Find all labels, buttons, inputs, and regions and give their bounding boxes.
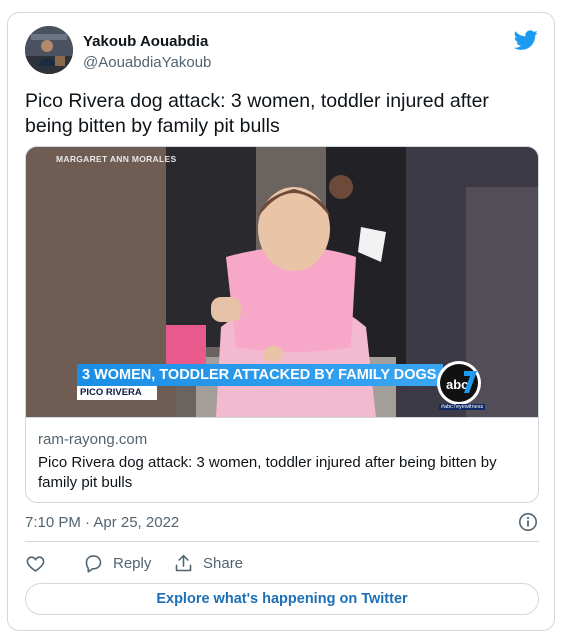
heart-icon (26, 556, 45, 572)
twitter-bird-icon[interactable] (514, 28, 538, 52)
share-label: Share (203, 555, 244, 572)
tweet-text: Pico Rivera dog attack: 3 women, toddler… (25, 90, 495, 137)
author-display-name[interactable]: Yakoub Aouabdia (83, 33, 208, 50)
explore-twitter-button[interactable]: Explore what's happening on Twitter (25, 583, 539, 615)
author-handle[interactable]: @AouabdiaYakoub (83, 54, 211, 71)
link-title: Pico Rivera dog attack: 3 women, toddler… (38, 454, 497, 491)
preview-media[interactable]: MARGARET ANN MORALES 3 WOMEN, TODDLER AT… (26, 147, 538, 418)
link-preview-card[interactable]: MARGARET ANN MORALES 3 WOMEN, TODDLER AT… (25, 146, 539, 503)
station-hashtag: #abc7eyewitness (439, 404, 486, 410)
avatar[interactable] (25, 26, 73, 74)
link-domain: ram-rayong.com (38, 431, 148, 448)
share-button[interactable]: Share (173, 553, 243, 574)
reply-label: Reply (113, 555, 152, 572)
like-button[interactable] (25, 553, 46, 574)
divider (25, 541, 539, 542)
share-icon (175, 554, 192, 572)
abc7-logo-icon: abc (437, 361, 481, 405)
location-tag: PICO RIVERA (77, 386, 157, 400)
news-headline-bar: 3 WOMEN, TODDLER ATTACKED BY FAMILY DOGS (77, 364, 443, 386)
reply-button[interactable]: Reply (83, 553, 151, 574)
info-icon[interactable] (518, 512, 538, 532)
embedded-tweet: Yakoub Aouabdia @AouabdiaYakoub Pico Riv… (7, 12, 555, 631)
reply-icon (85, 555, 102, 573)
avatar-image (25, 26, 73, 74)
svg-text:abc: abc (446, 377, 468, 392)
photo-credit: MARGARET ANN MORALES (56, 154, 177, 164)
tweet-timestamp[interactable]: 7:10 PM · Apr 25, 2022 (25, 514, 179, 531)
